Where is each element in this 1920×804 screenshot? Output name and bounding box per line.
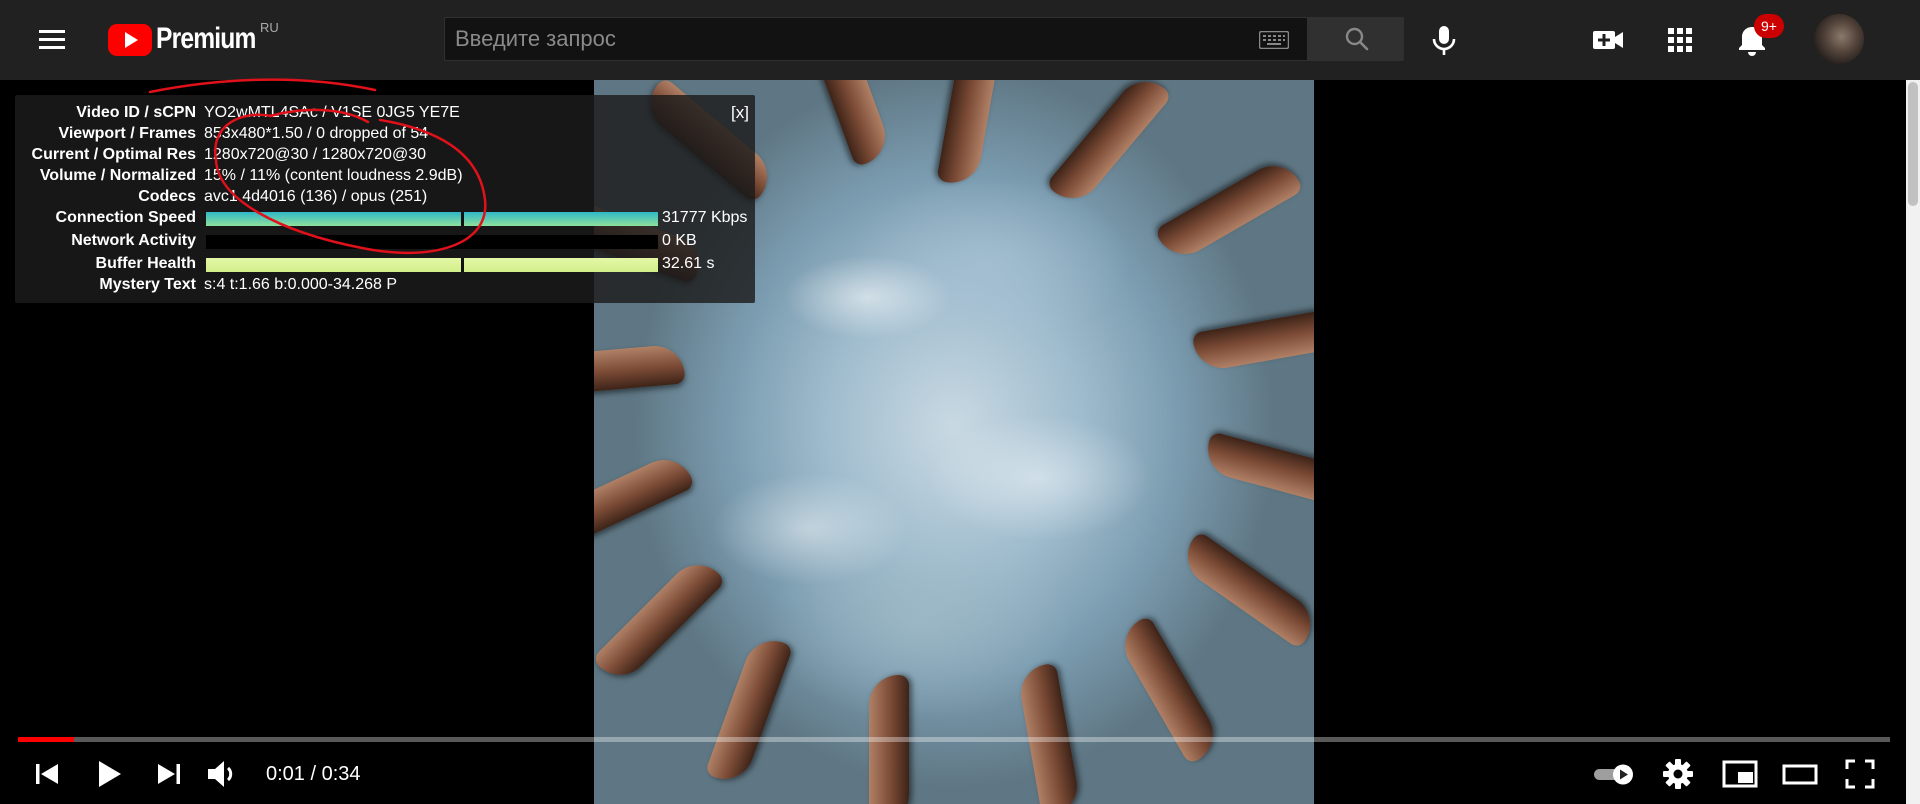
time-display: 0:01 / 0:34	[266, 762, 361, 786]
stat-value: 0 KB	[662, 232, 697, 249]
stat-value: 31777 Kbps	[662, 209, 748, 226]
video-figure	[936, 80, 1002, 188]
progress-played	[18, 737, 75, 742]
video-figure	[594, 450, 696, 550]
video-figure	[1016, 662, 1082, 804]
video-figure	[804, 80, 894, 168]
video-player[interactable]: [x] Video ID / sCPN YO2wMTL4SAc / V1SE 0…	[0, 78, 1906, 804]
voice-search-button[interactable]	[1422, 18, 1466, 62]
duration: 0:34	[321, 763, 361, 785]
gear-icon	[1663, 759, 1693, 789]
video-figure	[594, 552, 727, 688]
video-figure	[1045, 80, 1173, 211]
mute-button[interactable]	[198, 750, 246, 798]
apps-button[interactable]	[1660, 20, 1700, 60]
page-scrollbar[interactable]	[1906, 80, 1920, 804]
next-button[interactable]	[144, 750, 192, 798]
current-time: 0:01	[266, 763, 305, 785]
fullscreen-button[interactable]	[1836, 750, 1884, 798]
stat-value: 32.61 s	[662, 255, 715, 272]
search-icon	[1345, 27, 1369, 51]
autoplay-toggle[interactable]	[1590, 750, 1638, 798]
video-figure	[1114, 615, 1224, 765]
miniplayer-icon	[1722, 760, 1758, 788]
red-annotation-scribble	[148, 78, 487, 255]
volume-icon	[208, 761, 233, 787]
skip-next-icon	[158, 764, 180, 784]
logo-region: RU	[260, 20, 279, 35]
progress-bar[interactable]	[18, 737, 1890, 742]
avatar[interactable]	[1814, 14, 1864, 64]
video-figure	[1201, 431, 1314, 509]
video-figure	[704, 632, 794, 788]
video-figure	[1176, 530, 1314, 650]
scrollbar-thumb[interactable]	[1908, 82, 1918, 206]
theater-mode-button[interactable]	[1776, 750, 1824, 798]
keyboard-icon[interactable]	[1259, 31, 1289, 49]
miniplayer-button[interactable]	[1716, 750, 1764, 798]
time-separator: /	[310, 763, 322, 785]
page: Premium RU Введите запрос 9+ [x] Video I…	[0, 0, 1920, 804]
video-figure	[1191, 307, 1314, 373]
video-figure	[594, 343, 686, 397]
play-icon	[99, 761, 121, 787]
previous-button[interactable]	[24, 750, 72, 798]
create-video-button[interactable]	[1588, 20, 1628, 60]
microphone-icon	[1432, 26, 1456, 55]
settings-button[interactable]	[1654, 750, 1702, 798]
play-button[interactable]	[84, 750, 132, 798]
apps-grid-icon	[1668, 28, 1692, 52]
skip-previous-icon	[36, 764, 58, 784]
theater-mode-icon	[1782, 764, 1818, 785]
video-camera-plus-icon	[1593, 31, 1623, 49]
autoplay-toggle-icon	[1594, 764, 1633, 785]
menu-icon[interactable]	[36, 24, 68, 56]
search-button[interactable]	[1308, 17, 1404, 61]
video-figure	[1154, 155, 1304, 265]
fullscreen-icon	[1845, 759, 1875, 789]
notification-count-badge: 9+	[1754, 14, 1784, 38]
